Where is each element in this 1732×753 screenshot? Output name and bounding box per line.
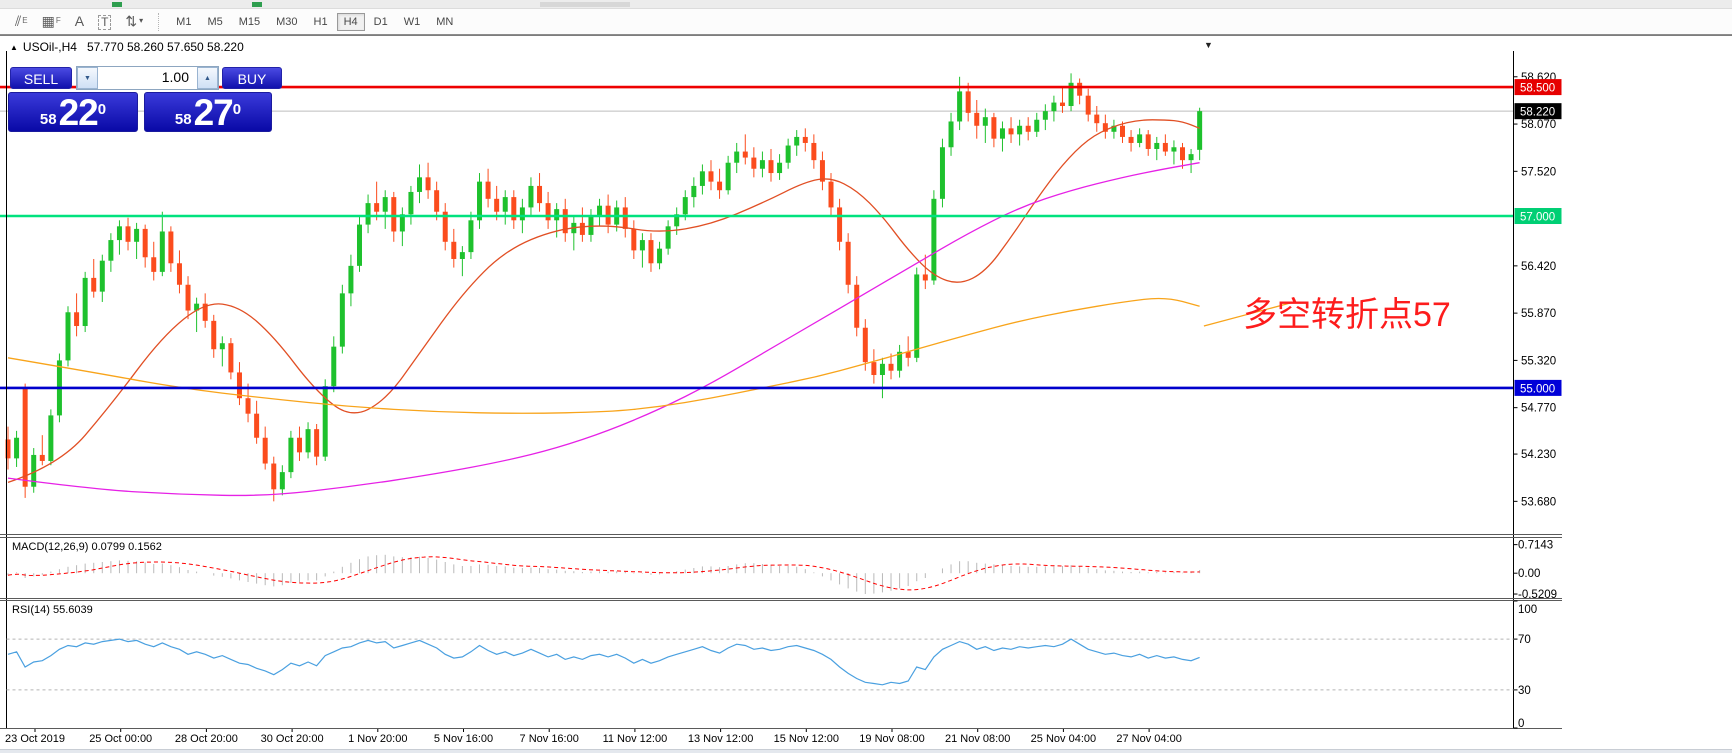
rsi-axis-label: 30 [1518, 685, 1531, 697]
sell-price-display[interactable]: 58220 [8, 92, 138, 132]
tf-button-M15[interactable]: M15 [232, 13, 267, 31]
buy-price-prefix: 58 [175, 111, 192, 128]
toolbar-separator [158, 13, 160, 31]
time-axis-label: 28 Oct 20:00 [175, 733, 238, 745]
buy-price-pips: 27 [194, 98, 233, 128]
volume-increase-button[interactable]: ▲ [197, 67, 218, 89]
price-axis-label: 56.420 [1521, 261, 1556, 273]
volume-input[interactable]: 1.00 [98, 67, 197, 89]
timeframe-toolbar: M1M5M15M30H1H4D1W1MN [168, 12, 461, 31]
price-badge-label: 57.000 [1520, 212, 1555, 224]
price-axis-label: 55.870 [1521, 308, 1556, 320]
chart-symbol-label: USOil-,H4 [23, 40, 77, 54]
macd-panel: 0.7143 0.00 -0.5209 [8, 540, 1557, 601]
macd-indicator-label: MACD(12,26,9) 0.0799 0.1562 [12, 541, 162, 553]
tf-button-W1[interactable]: W1 [397, 13, 428, 31]
drawing-tools-group: ⫽E ▦F AT ⇅▾ [8, 13, 150, 31]
buy-price-display[interactable]: 58270 [144, 92, 272, 132]
price-axis-label: 53.680 [1521, 496, 1556, 508]
time-axis-label: 19 Nov 08:00 [859, 733, 924, 745]
rsi-indicator-label: RSI(14) 55.6039 [12, 604, 93, 616]
macd-axis-label: 0.7143 [1518, 540, 1553, 552]
tf-button-D1[interactable]: D1 [367, 13, 395, 31]
collapse-triangle-icon[interactable]: ▲ [10, 43, 18, 52]
time-axis-label: 21 Nov 08:00 [945, 733, 1010, 745]
chart-ohlc-label: 57.770 58.260 57.650 58.220 [87, 40, 244, 54]
time-axis-label: 13 Nov 12:00 [688, 733, 753, 745]
chart-annotation-text: 多空转折点57 [1243, 287, 1451, 336]
rsi-line [8, 639, 1200, 685]
tf-button-MN[interactable]: MN [429, 13, 460, 31]
volume-spinner: ▼ 1.00 ▲ [76, 66, 219, 90]
macd-axis-label: 0.00 [1518, 568, 1540, 580]
toolbar-fragment [540, 2, 630, 7]
time-axis-label: 5 Nov 16:00 [434, 733, 493, 745]
sell-button[interactable]: SELL [10, 67, 72, 89]
fibo-grid-icon[interactable]: ▦F [42, 13, 61, 29]
one-click-trading-panel: SELL ▼ 1.00 ▲ BUY 58220 58270 [8, 65, 284, 161]
time-axis-label: 25 Nov 04:00 [1031, 733, 1096, 745]
time-axis-label: 7 Nov 16:00 [520, 733, 579, 745]
time-axis: 23 Oct 2019 25 Oct 00:00 28 Oct 20:00 30 Oc… [0, 730, 1565, 748]
volume-decrease-button[interactable]: ▼ [77, 67, 98, 89]
price-axis-label: 54.770 [1521, 403, 1556, 415]
text-label-icon[interactable]: A [75, 13, 84, 29]
rsi-panel: 100 70 30 0 [7, 601, 1538, 730]
time-axis-label: 23 Oct 2019 [5, 733, 65, 745]
chart-toolbar: ⫽E ▦F AT ⇅▾ M1M5M15M30H1H4D1W1MN [0, 9, 1732, 35]
price-axis-label: 54.230 [1521, 449, 1556, 461]
text-box-icon[interactable]: T [98, 15, 111, 30]
time-axis-label: 15 Nov 12:00 [774, 733, 839, 745]
chart-window: ▲ USOil-,H4 57.770 58.260 57.650 58.220 ▼ … [0, 35, 1732, 753]
time-axis-label: 1 Nov 20:00 [348, 733, 407, 745]
top-toolbar-remnant [0, 0, 1732, 9]
chart-title: ▲ USOil-,H4 57.770 58.260 57.650 58.220 [10, 40, 244, 54]
mt4-window: ⫽E ▦F AT ⇅▾ M1M5M15M30H1H4D1W1MN ▲ USOil-,H4… [0, 0, 1732, 753]
rsi-axis-label: 0 [1518, 718, 1524, 730]
price-axis-label: 57.520 [1521, 166, 1556, 178]
time-axis-label: 11 Nov 12:00 [603, 733, 668, 745]
price-badge-label: 58.220 [1520, 107, 1555, 119]
chart-shift-marker-icon[interactable]: ▼ [1204, 40, 1213, 50]
price-badge-label: 55.000 [1520, 383, 1555, 395]
toolbar-fragment [112, 2, 122, 7]
tf-button-M1[interactable]: M1 [169, 13, 198, 31]
tf-button-H1[interactable]: H1 [307, 13, 335, 31]
toolbar-fragment [252, 2, 262, 7]
rsi-axis-label: 100 [1518, 604, 1537, 616]
rsi-axis-label: 70 [1518, 634, 1531, 646]
sell-price-prefix: 58 [40, 111, 57, 128]
price-axis-label: 58.070 [1521, 119, 1556, 131]
time-axis-label: 30 Oct 20:00 [261, 733, 324, 745]
tf-button-M30[interactable]: M30 [269, 13, 304, 31]
buy-price-point: 0 [233, 93, 241, 127]
buy-button[interactable]: BUY [222, 67, 282, 89]
macd-signal-line [8, 557, 1200, 590]
time-axis-label: 27 Nov 04:00 [1116, 733, 1181, 745]
price-badge-label: 58.500 [1520, 83, 1555, 95]
tf-button-H4[interactable]: H4 [337, 13, 365, 31]
sell-price-point: 0 [98, 93, 106, 127]
macd-axis-label: -0.5209 [1518, 589, 1557, 601]
price-axis-label: 55.320 [1521, 355, 1556, 367]
tf-button-M5[interactable]: M5 [200, 13, 229, 31]
equidistant-channel-icon[interactable]: ⫽E [15, 13, 28, 29]
price-axis: 58.62058.07057.52056.42055.87055.32054.7… [1514, 72, 1562, 509]
sell-price-pips: 22 [59, 98, 98, 128]
arrows-icon[interactable]: ⇅▾ [125, 13, 143, 29]
time-axis-label: 25 Oct 00:00 [89, 733, 152, 745]
